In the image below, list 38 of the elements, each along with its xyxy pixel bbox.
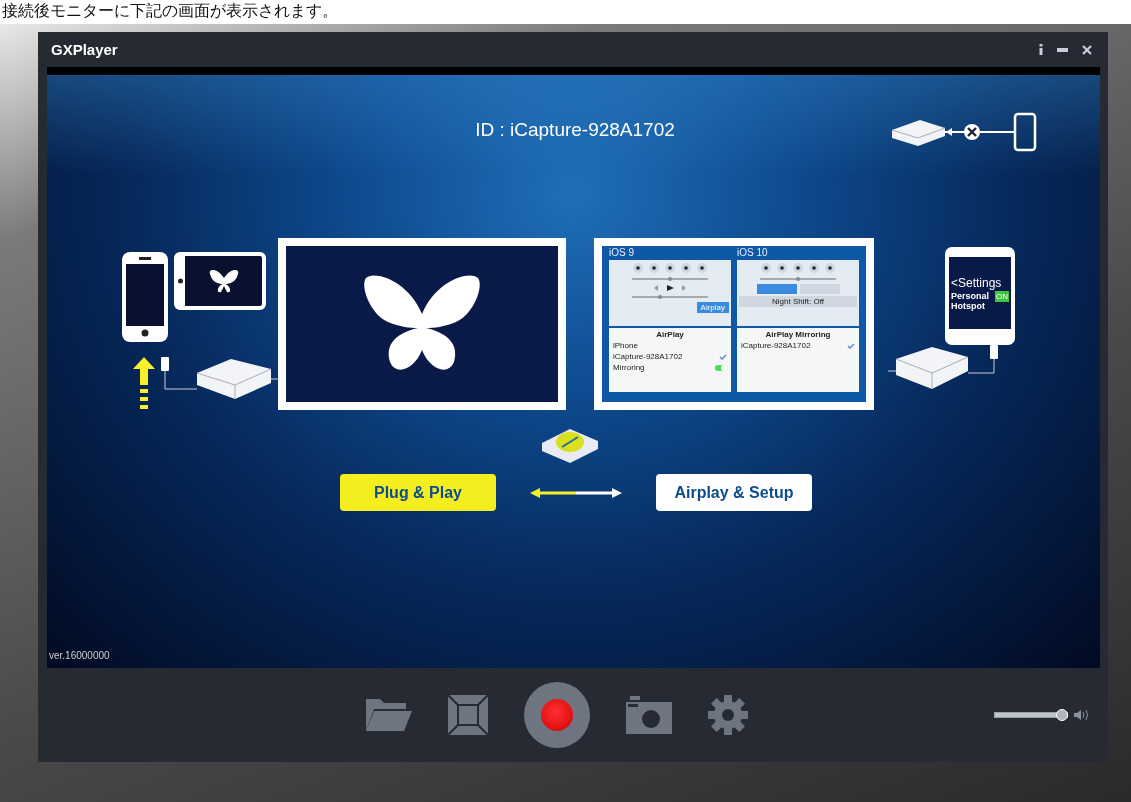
device-name[interactable]: iCapture-928A1702 bbox=[741, 341, 811, 351]
airplay-button[interactable]: Airplay bbox=[696, 302, 729, 313]
control-toggles-icon bbox=[758, 262, 838, 274]
settings-icon[interactable] bbox=[708, 695, 748, 735]
double-arrow-icon bbox=[530, 487, 622, 498]
close-icon[interactable] bbox=[1082, 44, 1092, 55]
ios-version-label: iOS 10 bbox=[737, 248, 769, 258]
screen-mirroring-tile[interactable] bbox=[756, 284, 797, 294]
version-text: ver.16000000 bbox=[49, 650, 110, 661]
fullscreen-icon[interactable] bbox=[448, 695, 488, 735]
info-icon[interactable] bbox=[1039, 44, 1043, 55]
mirroring-switch[interactable] bbox=[715, 365, 727, 371]
caption-text: 接続後モニターに下記の画面が表示されます。 bbox=[0, 0, 1131, 24]
volume-thumb[interactable] bbox=[1055, 709, 1068, 721]
minimize-icon[interactable] bbox=[1057, 47, 1068, 52]
hotspot-label: Personal Hotspot bbox=[951, 290, 991, 311]
dialog-title: AirPlay Mirroring bbox=[764, 330, 832, 340]
brightness-slider-icon bbox=[630, 276, 710, 282]
mirroring-label: Mirroring bbox=[613, 363, 645, 373]
mode-button[interactable]: Airplay & Setup bbox=[656, 474, 812, 511]
folder-icon[interactable] bbox=[366, 697, 412, 733]
up-arrow-icon bbox=[133, 357, 155, 411]
window-title: GXPlayer bbox=[51, 41, 118, 58]
device-name[interactable]: iCapture-928A1702 bbox=[613, 352, 683, 362]
speaker-icon[interactable] bbox=[1074, 709, 1090, 721]
camera-icon[interactable] bbox=[626, 696, 672, 734]
control-toggles-icon bbox=[630, 262, 710, 274]
night-shift-button[interactable]: Night Shift: Off bbox=[739, 296, 857, 307]
device-id-text: ID : iCapture-928A1702 bbox=[474, 119, 676, 141]
settings-back-text: <Settings bbox=[951, 275, 1003, 291]
brightness-slider-icon bbox=[758, 276, 838, 282]
mode-button[interactable]: Plug & Play bbox=[340, 474, 496, 511]
source-label: iPhone bbox=[613, 341, 639, 351]
phone-icon bbox=[122, 252, 168, 342]
dialog-title: AirPlay bbox=[655, 330, 685, 340]
volume-slider[interactable] bbox=[994, 712, 1068, 718]
volume-slider-icon bbox=[630, 294, 710, 300]
ios-version-label: iOS 9 bbox=[609, 248, 635, 258]
